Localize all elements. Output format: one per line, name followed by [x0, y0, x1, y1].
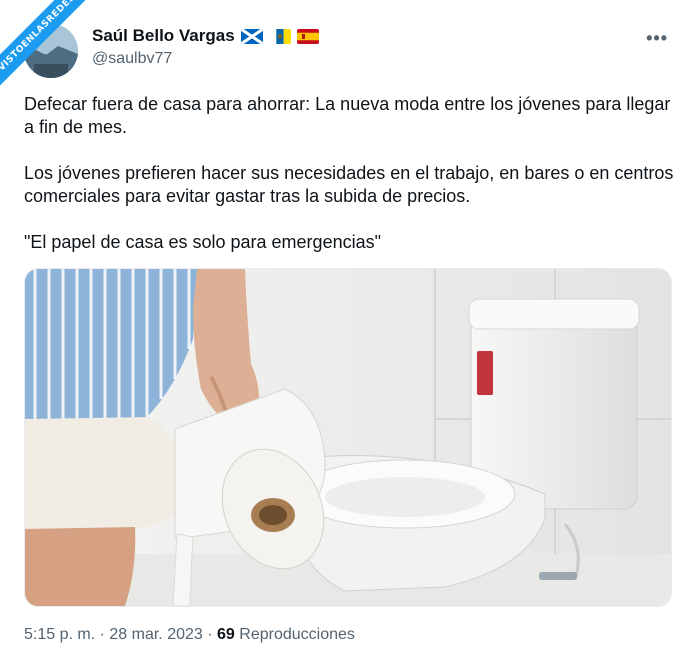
tweet-paragraph: Los jóvenes prefieren hacer sus necesida… — [24, 163, 674, 206]
author-row: Saúl Bello Vargas — [92, 26, 319, 46]
more-horizontal-icon[interactable]: ••• — [646, 28, 668, 49]
tweet-date[interactable]: 28 mar. 2023 — [109, 626, 202, 643]
canary-islands-flag-icon — [268, 28, 291, 44]
spain-flag-icon — [296, 28, 319, 44]
tweet-card: VISTOENLASREDES Saúl Bello Vargas @saulb… — [0, 0, 700, 668]
tweet-meta: 5:15 p. m. · 28 mar. 2023 · 69 Reproducc… — [24, 626, 355, 644]
author-handle[interactable]: @saulbv77 — [92, 50, 172, 68]
views-count: 69 — [217, 626, 235, 643]
tweet-image[interactable] — [24, 268, 672, 607]
scotland-flag-icon — [240, 28, 263, 44]
meta-separator: · — [99, 626, 105, 643]
views-label: Reproducciones — [239, 626, 355, 643]
tweet-paragraph: "El papel de casa es solo para emergenci… — [24, 232, 381, 252]
tweet-text: Defecar fuera de casa para ahorrar: La n… — [24, 93, 674, 277]
meta-separator: · — [207, 626, 213, 643]
tweet-time[interactable]: 5:15 p. m. — [24, 626, 95, 643]
author-name[interactable]: Saúl Bello Vargas — [92, 26, 235, 46]
bathroom-photo — [25, 269, 671, 606]
tweet-paragraph: Defecar fuera de casa para ahorrar: La n… — [24, 94, 671, 137]
